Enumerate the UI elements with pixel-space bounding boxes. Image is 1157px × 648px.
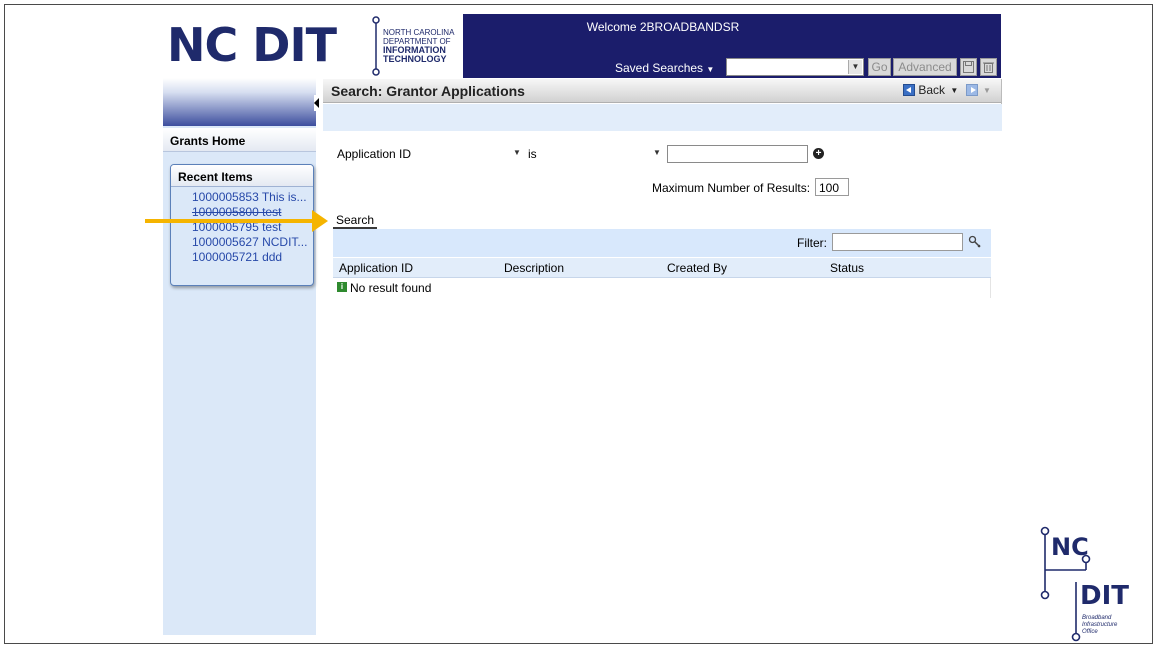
empty-result-row: i No result found	[333, 278, 991, 298]
page-title-bar: Search: Grantor Applications Back ▼ ▼	[323, 79, 1002, 103]
back-label: Back	[918, 83, 946, 97]
left-sidebar	[163, 78, 316, 635]
back-button[interactable]: Back ▼ ▼	[903, 83, 991, 97]
logo-line-4: TECHNOLOGY	[383, 54, 447, 64]
add-criteria-icon[interactable]: +	[813, 148, 824, 159]
info-icon: i	[337, 282, 347, 292]
forward-menu-caret-icon[interactable]: ▼	[983, 86, 991, 95]
trash-icon	[983, 62, 994, 73]
logo-wordmark: NC DIT	[167, 18, 337, 72]
saved-searches-menu[interactable]: Saved Searches ▼	[615, 61, 714, 75]
recent-item[interactable]: 1000005721 ddd	[171, 250, 313, 265]
column-header-description[interactable]: Description	[504, 261, 564, 275]
criteria-operator-select[interactable]: is	[528, 147, 663, 164]
recent-items-panel: Recent Items 1000005853 This is... 10000…	[170, 164, 314, 286]
grants-home-link[interactable]: Grants Home	[163, 128, 316, 152]
filter-bar: Filter:	[333, 229, 991, 257]
max-results-input[interactable]: 100	[815, 178, 849, 196]
operator-dropdown-arrow-icon[interactable]: ▼	[651, 147, 663, 159]
saved-searches-select[interactable]: ▼	[726, 58, 864, 76]
criteria-value-input[interactable]	[667, 145, 808, 163]
collapse-arrow-icon[interactable]	[314, 98, 319, 108]
logo-line-infrastructure: Infrastructure	[1082, 622, 1118, 628]
back-menu-caret-icon[interactable]: ▼	[950, 86, 958, 95]
save-search-button[interactable]	[960, 58, 977, 76]
criteria-field-select[interactable]: Application ID	[333, 147, 525, 164]
recent-items-title: Recent Items	[171, 165, 313, 187]
back-arrow-icon	[903, 84, 915, 96]
logo-line-1: NORTH CAROLINA	[383, 28, 455, 37]
table-header-row: Application ID Description Created By St…	[333, 258, 991, 278]
dropdown-arrow-icon[interactable]: ▼	[848, 60, 862, 74]
saved-searches-label: Saved Searches	[615, 61, 704, 75]
go-button[interactable]: Go	[868, 58, 891, 76]
delete-search-button[interactable]	[980, 58, 997, 76]
annotation-arrow-icon	[312, 210, 328, 232]
logo-subtitle: NORTH CAROLINA DEPARTMENT OF INFORMATION…	[383, 28, 454, 64]
logo-circuit-icon	[372, 16, 380, 76]
broadband-office-logo: NC DIT Broadband Infrastructure Office	[1040, 526, 1129, 642]
slide: NC DIT NORTH CAROLINA DEPARTMENT OF INFO…	[0, 0, 1157, 648]
recent-item[interactable]: 1000005800 test	[171, 205, 313, 220]
field-dropdown-arrow-icon[interactable]: ▼	[511, 147, 523, 159]
logo-nc-text: NC	[1051, 533, 1089, 561]
top-bar: Welcome 2BROADBANDSR Saved Searches ▼ ▼ …	[463, 14, 1001, 78]
search-button[interactable]: Search	[333, 212, 377, 229]
logo-dit-text: DIT	[1080, 581, 1129, 611]
max-results-label: Maximum Number of Results:	[652, 181, 811, 195]
annotation-arrow-shaft	[145, 219, 317, 223]
filter-label: Filter:	[797, 236, 827, 250]
welcome-text: Welcome 2BROADBANDSR	[586, 20, 740, 34]
logo-line-broadband: Broadband	[1082, 615, 1112, 621]
save-icon	[963, 61, 974, 73]
recent-item[interactable]: 1000005627 NCDIT...	[171, 235, 313, 250]
filter-input[interactable]	[832, 233, 963, 251]
column-header-created-by[interactable]: Created By	[667, 261, 727, 275]
column-header-status[interactable]: Status	[830, 261, 864, 275]
column-header-application-id[interactable]: Application ID	[339, 261, 413, 275]
toolbar-strip	[323, 104, 1002, 131]
caret-down-icon: ▼	[706, 65, 715, 74]
sidebar-header	[163, 78, 316, 126]
wrench-icon[interactable]	[968, 235, 982, 249]
page-title: Search: Grantor Applications	[331, 83, 525, 99]
advanced-button[interactable]: Advanced	[893, 58, 957, 76]
logo-line-office: Office	[1082, 629, 1098, 635]
empty-result-message: No result found	[350, 281, 432, 295]
nc-dit-logo: NC DIT NORTH CAROLINA DEPARTMENT OF INFO…	[163, 14, 463, 78]
forward-arrow-icon[interactable]	[965, 84, 978, 96]
recent-item[interactable]: 1000005853 This is...	[171, 190, 313, 205]
results-table: Application ID Description Created By St…	[333, 258, 991, 298]
